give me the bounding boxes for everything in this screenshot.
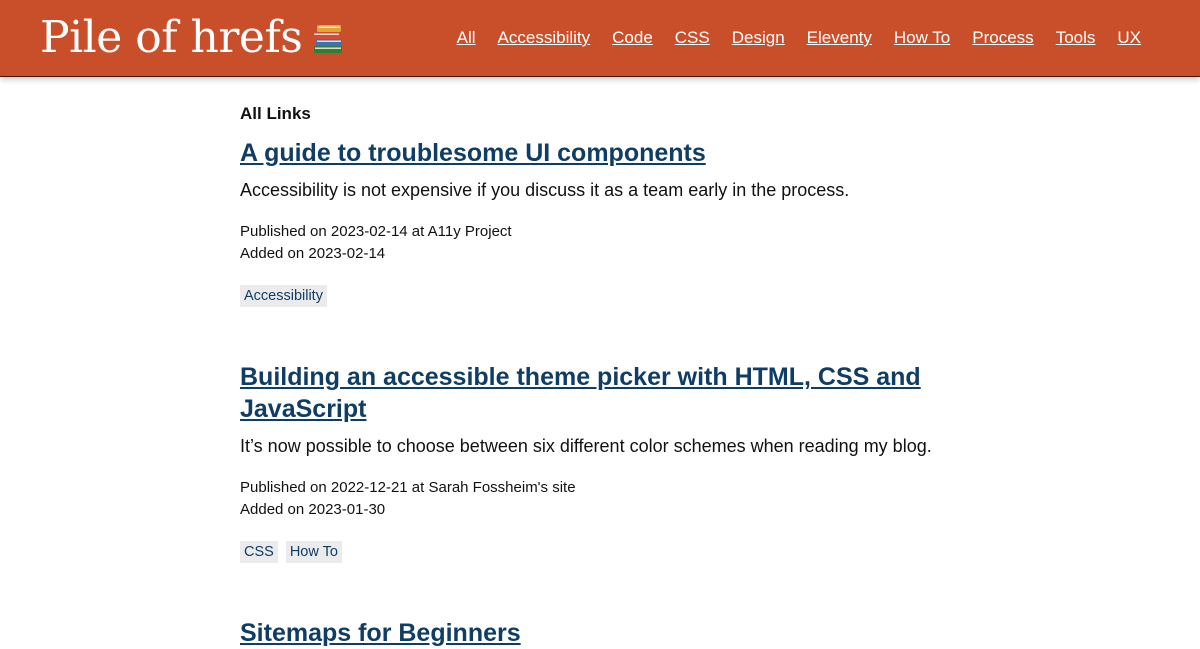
site-logo-text: Pile of hrefs: [40, 12, 303, 63]
link-entry: Building an accessible theme picker with…: [240, 361, 960, 563]
link-entry: A guide to troublesome UI components Acc…: [240, 137, 960, 307]
added-info: Added on 2023-01-30: [240, 501, 386, 518]
nav-link-accessibility[interactable]: Accessibility: [498, 27, 591, 49]
published-info: Published on 2022-12-21 at Sarah Fosshei…: [240, 479, 576, 496]
main-content: All Links A guide to troublesome UI comp…: [240, 103, 960, 649]
tag-css[interactable]: CSS: [240, 541, 278, 563]
entry-title-link[interactable]: Building an accessible theme picker with…: [240, 361, 960, 425]
published-info: Published on 2023-02-14 at A11y Project: [240, 223, 512, 240]
nav-link-tools[interactable]: Tools: [1056, 27, 1096, 49]
nav-link-design[interactable]: Design: [732, 27, 785, 49]
entry-description: It’s now possible to choose between six …: [240, 436, 932, 456]
nav-link-code[interactable]: Code: [612, 27, 653, 49]
tag-list: Accessibility: [240, 285, 960, 307]
nav-link-css[interactable]: CSS: [675, 27, 710, 49]
entry-title-link[interactable]: Sitemaps for Beginners: [240, 617, 960, 649]
entry-title-link[interactable]: A guide to troublesome UI components: [240, 137, 960, 169]
nav-link-how-to[interactable]: How To: [894, 27, 950, 49]
tag-how-to[interactable]: How To: [285, 541, 342, 563]
logo-link[interactable]: Pile of hrefs: [40, 10, 346, 66]
nav-link-ux[interactable]: UX: [1117, 27, 1141, 49]
tag-accessibility[interactable]: Accessibility: [240, 285, 327, 307]
nav-link-all[interactable]: All: [457, 27, 476, 49]
entry-meta: Published on 2022-12-21 at Sarah Fosshei…: [240, 477, 960, 521]
site-header: Pile of hrefs All Accessibility Code CSS…: [0, 0, 1200, 77]
nav-link-eleventy[interactable]: Eleventy: [807, 27, 872, 49]
added-info: Added on 2023-02-14: [240, 245, 386, 262]
tag-list: CSS How To: [240, 541, 960, 563]
page-title: All Links: [240, 104, 311, 123]
main-nav: All Accessibility Code CSS Design Eleven…: [457, 27, 1141, 49]
entry-description: Accessibility is not expensive if you di…: [240, 180, 850, 200]
books-icon: [313, 25, 343, 53]
entry-meta: Published on 2023-02-14 at A11y Project …: [240, 221, 960, 265]
nav-link-process[interactable]: Process: [972, 27, 1033, 49]
link-entry: Sitemaps for Beginners: [240, 617, 960, 649]
